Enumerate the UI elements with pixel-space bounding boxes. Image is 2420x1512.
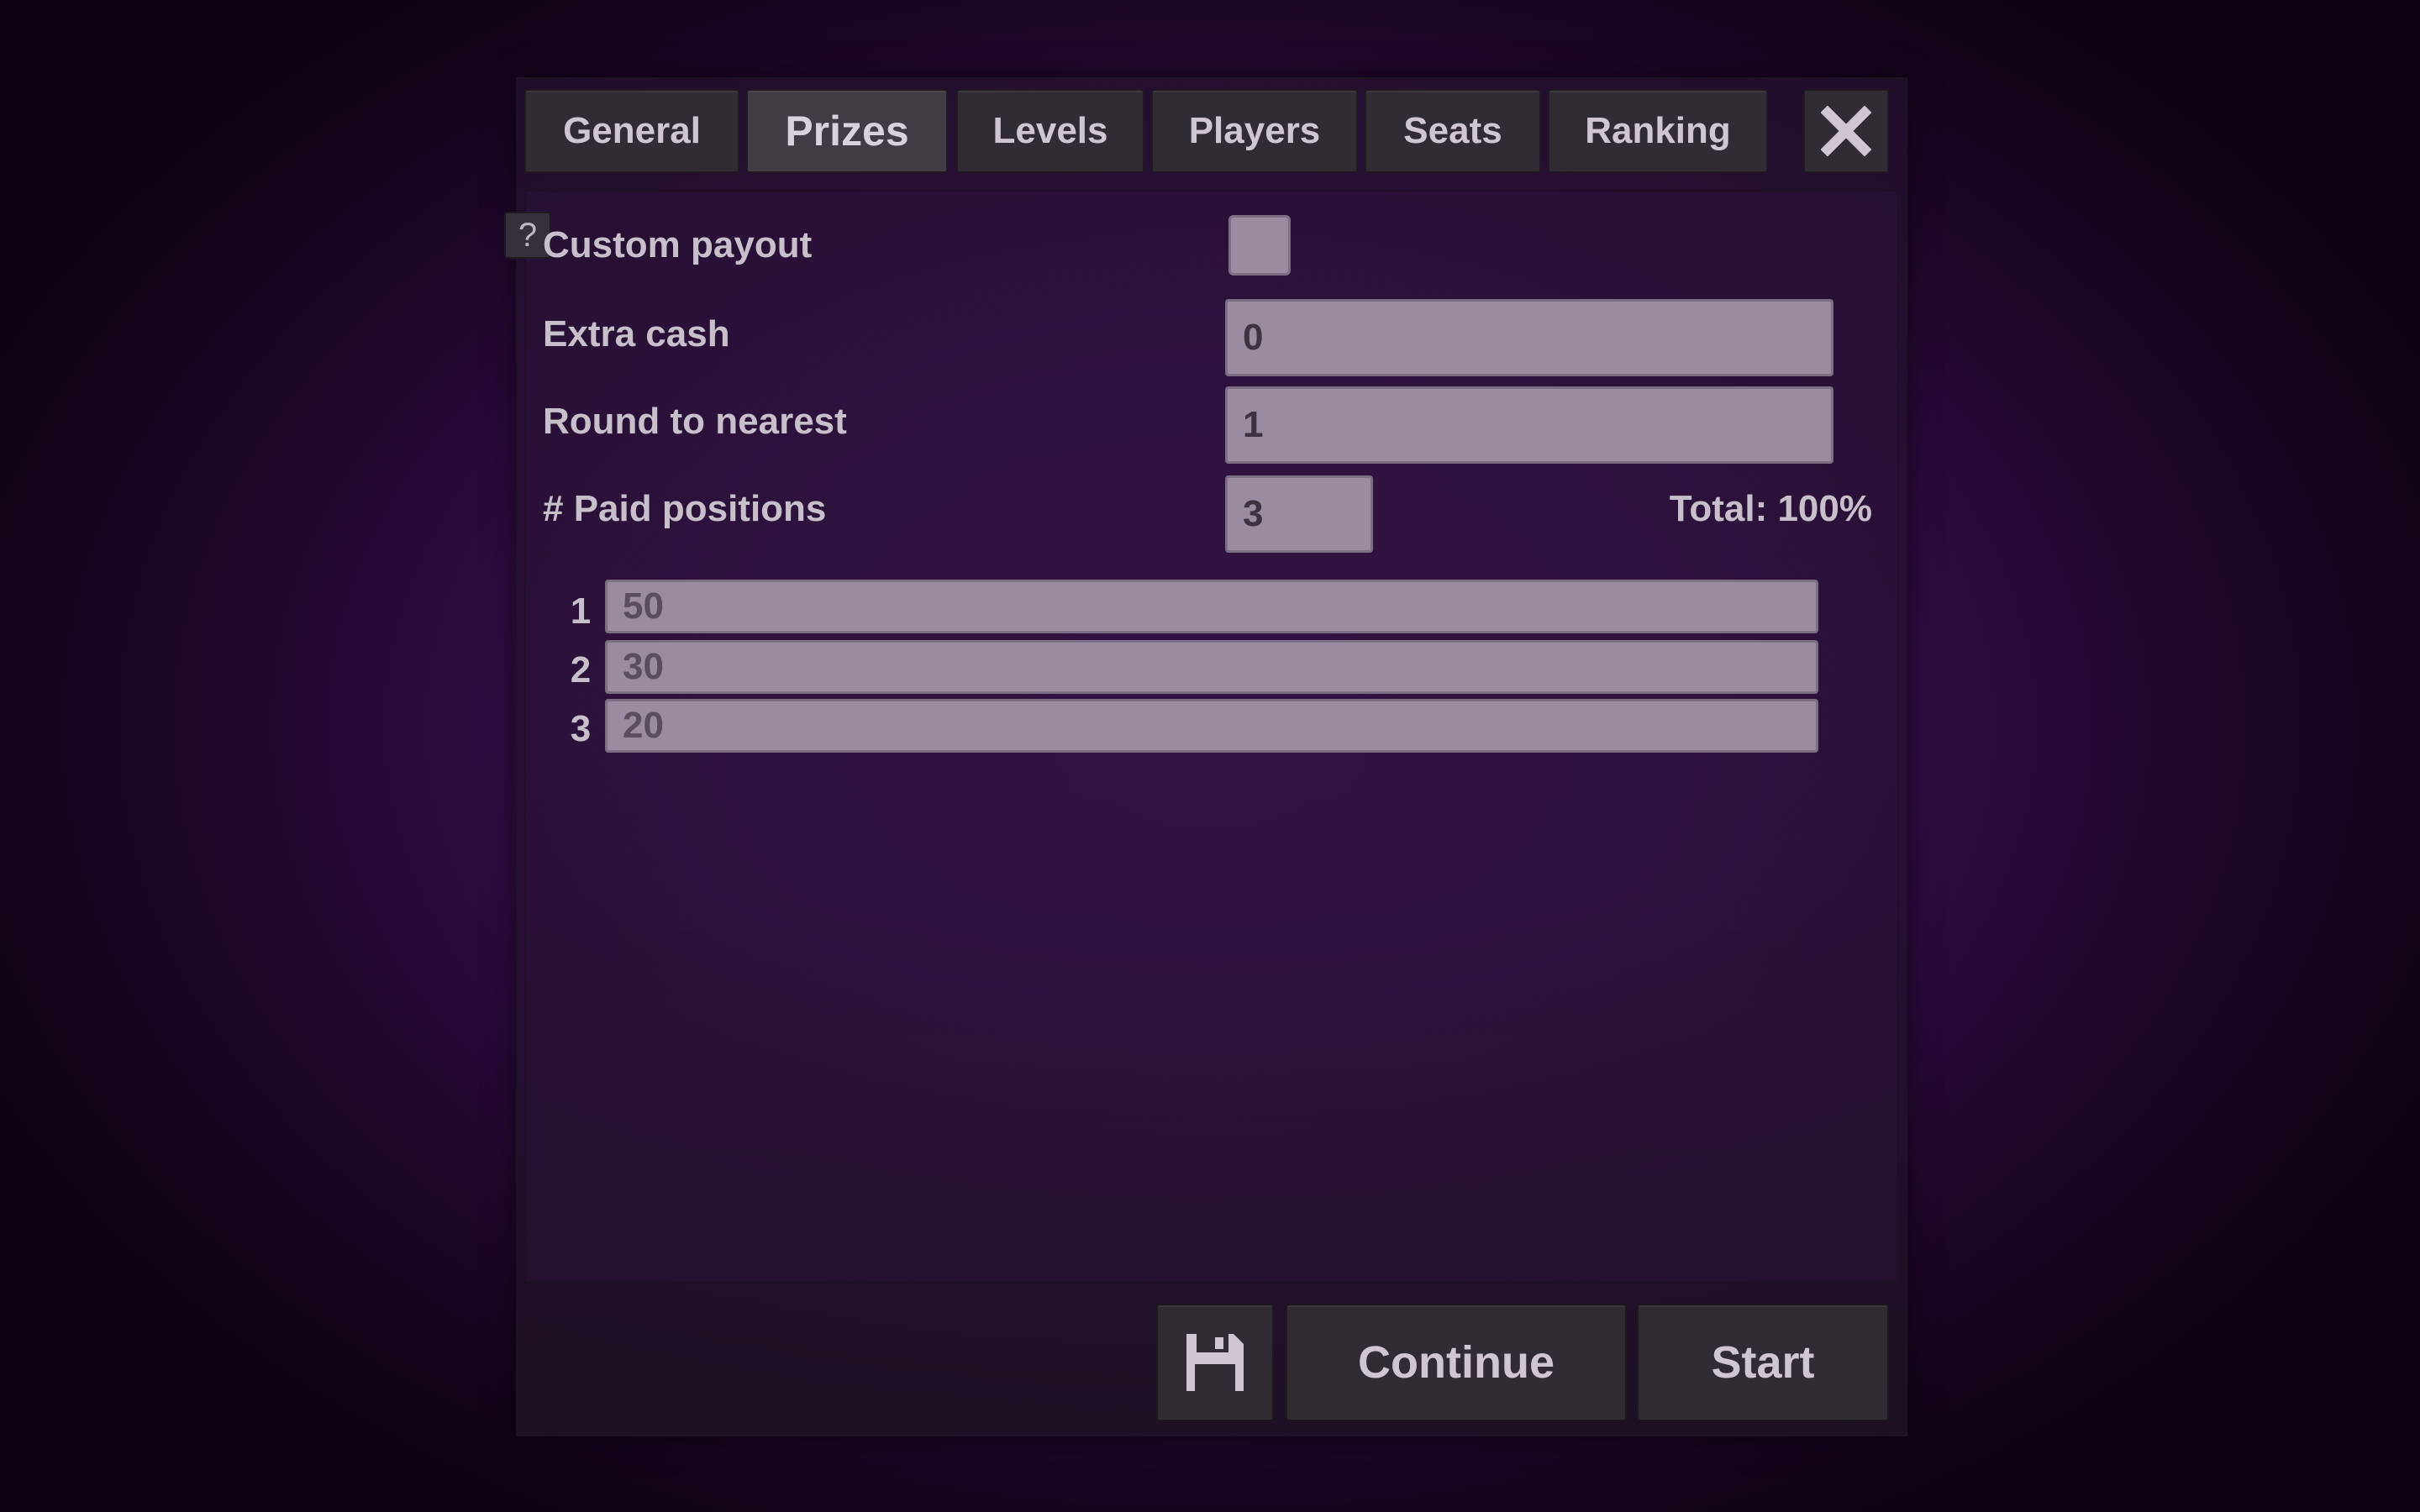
tab-levels[interactable]: Levels — [956, 89, 1144, 173]
total-percentage: Total: 100% — [1669, 488, 1872, 529]
prize-value-input[interactable]: 50 — [605, 580, 1818, 633]
extra-cash-input[interactable]: 0 — [1225, 299, 1833, 376]
custom-payout-label: Custom payout — [543, 224, 813, 265]
tournament-settings-dialog: General Prizes Levels Players Seats Rank… — [516, 77, 1907, 1436]
prize-value-input[interactable]: 30 — [605, 640, 1818, 694]
extra-cash-label: Extra cash — [543, 313, 730, 354]
start-button[interactable]: Start — [1637, 1304, 1889, 1421]
tab-players[interactable]: Players — [1151, 89, 1358, 173]
round-to-nearest-input[interactable]: 1 — [1225, 386, 1833, 464]
paid-positions-input[interactable]: 3 — [1225, 475, 1373, 553]
close-icon — [1821, 106, 1871, 156]
tab-general[interactable]: General — [524, 89, 739, 173]
close-button[interactable] — [1803, 89, 1889, 173]
round-to-nearest-label: Round to nearest — [543, 401, 847, 442]
continue-button[interactable]: Continue — [1286, 1304, 1627, 1421]
prize-value-input[interactable]: 20 — [605, 699, 1818, 753]
prize-position-label: 2 — [570, 649, 592, 690]
prize-position-label: 3 — [570, 708, 592, 749]
custom-payout-checkbox[interactable] — [1228, 215, 1291, 276]
tab-ranking[interactable]: Ranking — [1548, 89, 1768, 173]
tab-prizes[interactable]: Prizes — [746, 89, 948, 173]
floppy-disk-icon — [1186, 1334, 1244, 1391]
paid-positions-label: # Paid positions — [543, 488, 827, 529]
prize-position-label: 1 — [570, 591, 592, 632]
save-button[interactable] — [1156, 1304, 1274, 1421]
tab-seats[interactable]: Seats — [1365, 89, 1541, 173]
